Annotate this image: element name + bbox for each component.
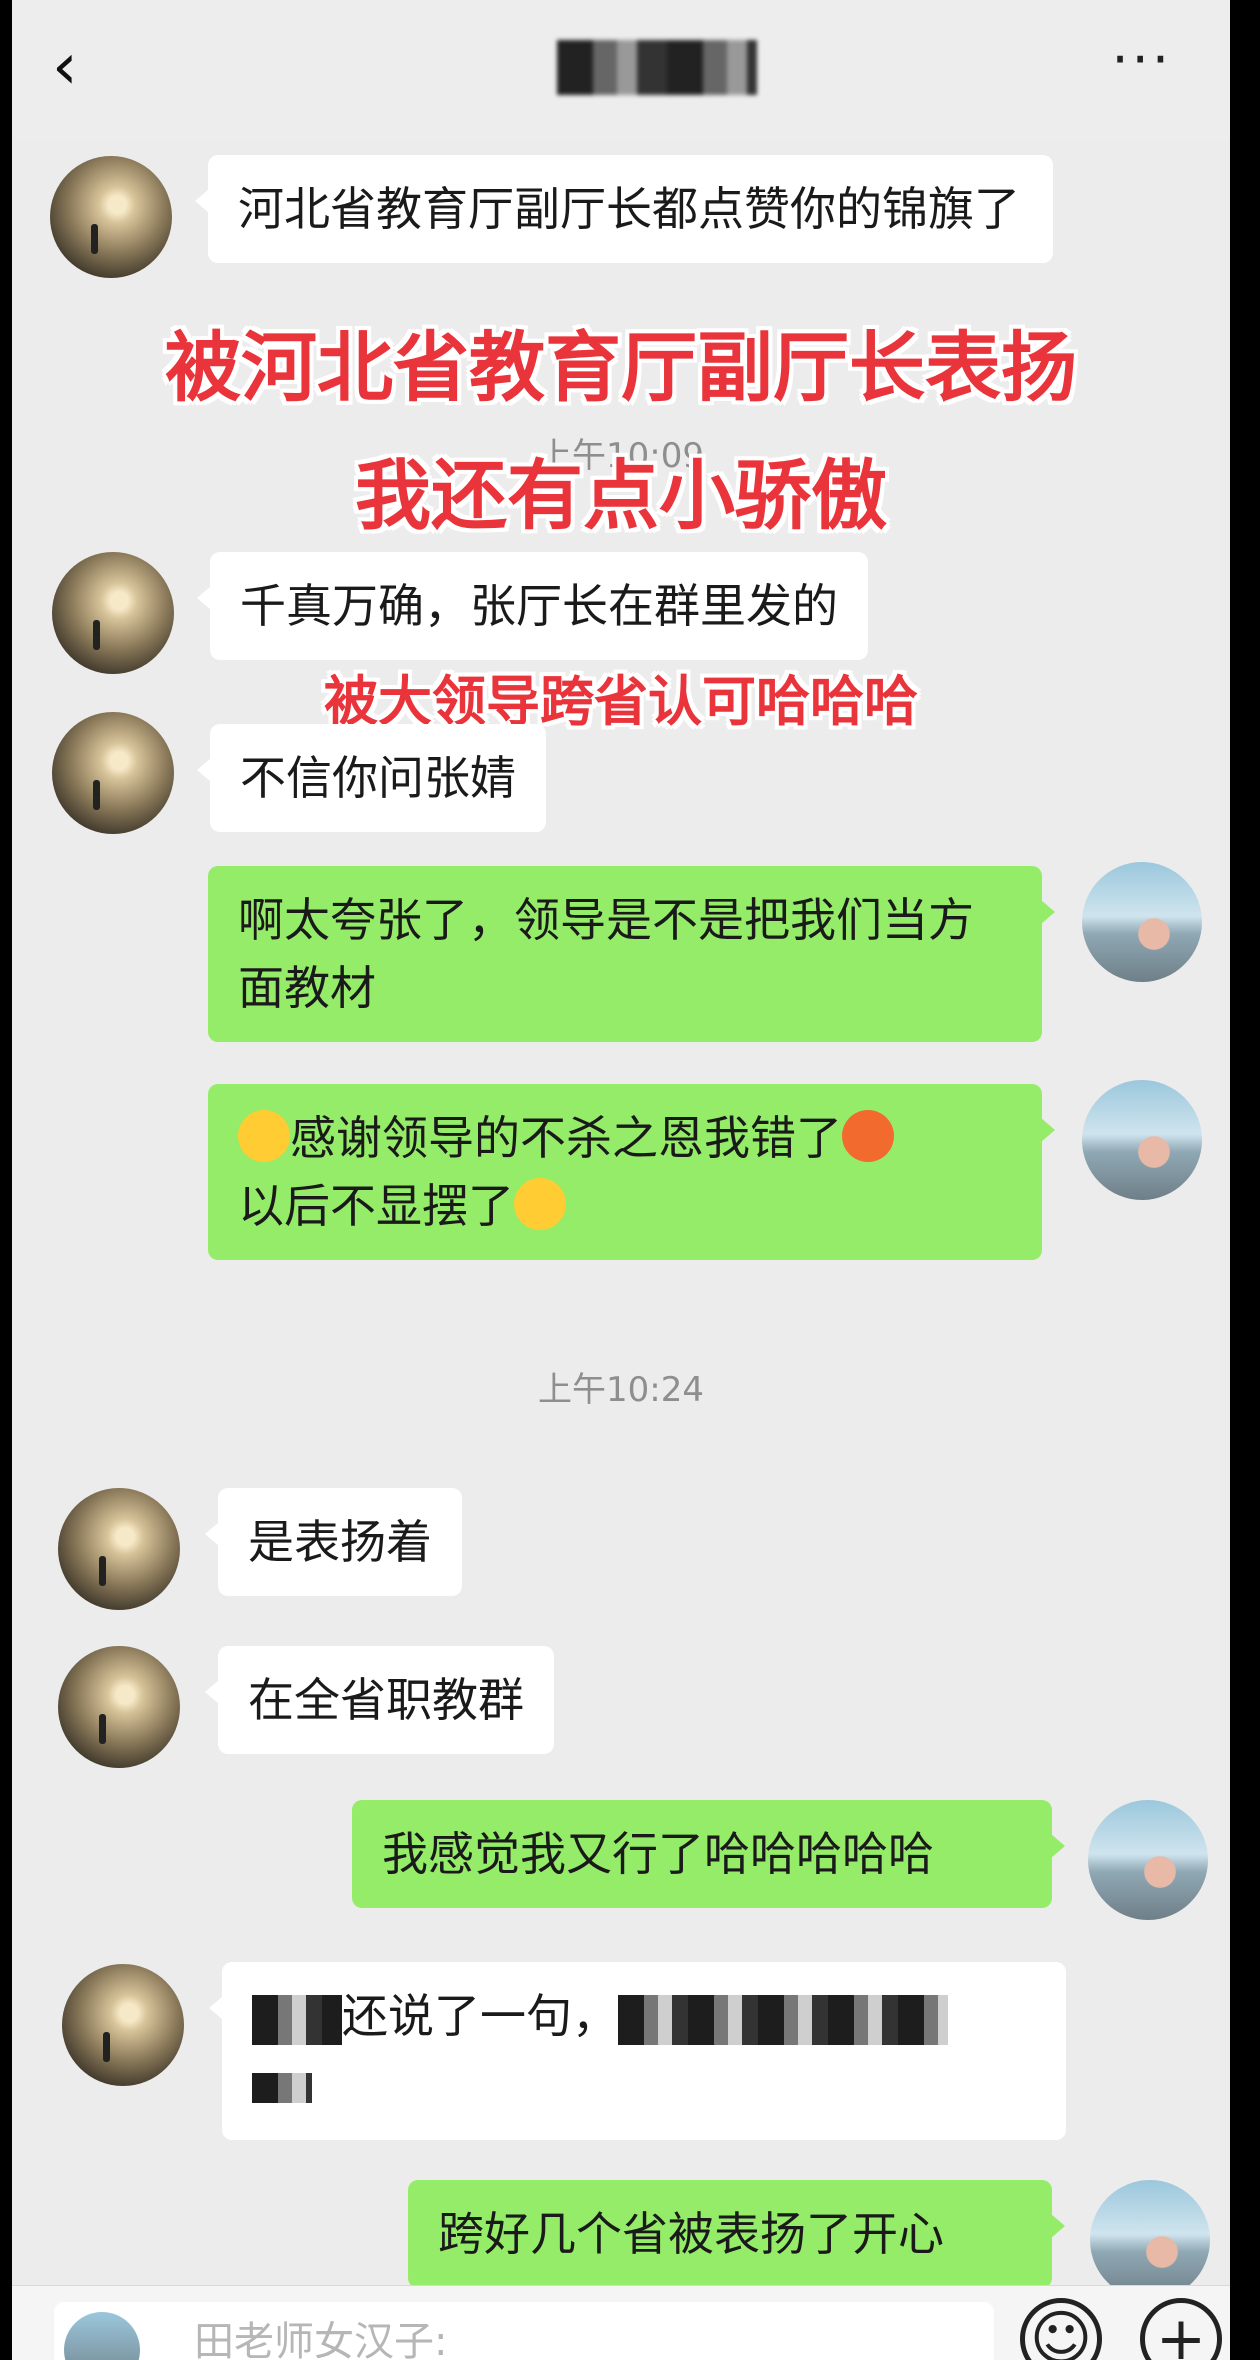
message-text: 是表扬着	[248, 1515, 432, 1569]
message-text: 在全省职教群	[248, 1673, 524, 1727]
message-text: 不信你问张婧	[240, 751, 516, 805]
my-avatar[interactable]	[1082, 1080, 1202, 1200]
message-text: 河北省教育厅副厅长都点赞你的锦旗了	[238, 182, 1020, 236]
top-bar: ‹ ···	[12, 0, 1230, 140]
message-bubble-incoming[interactable]: 是表扬着	[205, 1488, 462, 1596]
message-text: 跨好几个省被表扬了开心	[438, 2207, 944, 2261]
message-input[interactable]: 田老师女汉子:	[54, 2302, 994, 2360]
laughing-tears-emoji-icon	[238, 1110, 290, 1162]
message-text: 我感觉我又行了哈哈哈哈哈	[382, 1827, 934, 1881]
overlay-headline-1: 被河北省教育厅副厅长表扬	[165, 323, 1077, 412]
contact-avatar[interactable]	[58, 1646, 180, 1768]
angry-face-emoji-icon	[842, 1110, 894, 1162]
message-bubble-incoming[interactable]: 河北省教育厅副厅长都点赞你的锦旗了	[195, 155, 1053, 263]
redacted-mosaic	[252, 1994, 342, 2045]
message-bubble-incoming[interactable]: 还说了一句，	[209, 1962, 1066, 2140]
contact-avatar[interactable]	[58, 1488, 180, 1610]
chat-title-mosaic	[557, 40, 757, 95]
overlay-sub-caption: 被大领导跨省认可哈哈哈	[324, 670, 918, 733]
crying-face-emoji-icon	[514, 1178, 566, 1230]
message-bubble-outgoing[interactable]: 感谢领导的不杀之恩我错了 以后不显摆了	[208, 1084, 1055, 1260]
my-avatar[interactable]	[1082, 862, 1202, 982]
contact-avatar[interactable]	[52, 712, 174, 834]
message-bubble-incoming[interactable]: 不信你问张婧	[197, 724, 546, 832]
redacted-mosaic	[252, 2072, 312, 2103]
message-bubble-outgoing[interactable]: 啊太夸张了，领导是不是把我们当方面教材	[208, 866, 1055, 1042]
my-avatar[interactable]	[1088, 1800, 1208, 1920]
message-text: 以后不显摆了	[238, 1179, 514, 1233]
overlay-headline-2: 我还有点小骄傲	[355, 451, 887, 540]
my-avatar[interactable]	[1090, 2180, 1210, 2300]
more-icon[interactable]: ···	[1112, 28, 1173, 91]
timestamp: 上午10:24	[538, 1370, 704, 1410]
message-bubble-outgoing[interactable]: 我感觉我又行了哈哈哈哈哈	[352, 1800, 1065, 1908]
chat-screen: ‹ ··· 河北省教育厅副厅长都点赞你的锦旗了 上午10:09 被河北省教育厅副…	[12, 0, 1230, 2360]
message-text: 还说了一句，	[342, 1989, 618, 2043]
message-text: 感谢领导的不杀之恩我错了	[290, 1111, 842, 1165]
message-bubble-incoming[interactable]: 在全省职教群	[205, 1646, 554, 1754]
message-bubble-outgoing[interactable]: 跨好几个省被表扬了开心	[408, 2180, 1065, 2288]
message-text: 千真万确，张厅长在群里发的	[240, 579, 838, 633]
message-bubble-incoming[interactable]: 千真万确，张厅长在群里发的	[197, 552, 868, 660]
redacted-mosaic	[618, 1994, 948, 2045]
message-text: 啊太夸张了，领导是不是把我们当方面教材	[238, 893, 974, 1015]
back-icon[interactable]: ‹	[52, 22, 78, 112]
contact-avatar[interactable]	[50, 156, 172, 278]
contact-avatar[interactable]	[52, 552, 174, 674]
contact-avatar[interactable]	[62, 1964, 184, 2086]
emoji-face-icon[interactable]: ☺	[1020, 2298, 1102, 2360]
